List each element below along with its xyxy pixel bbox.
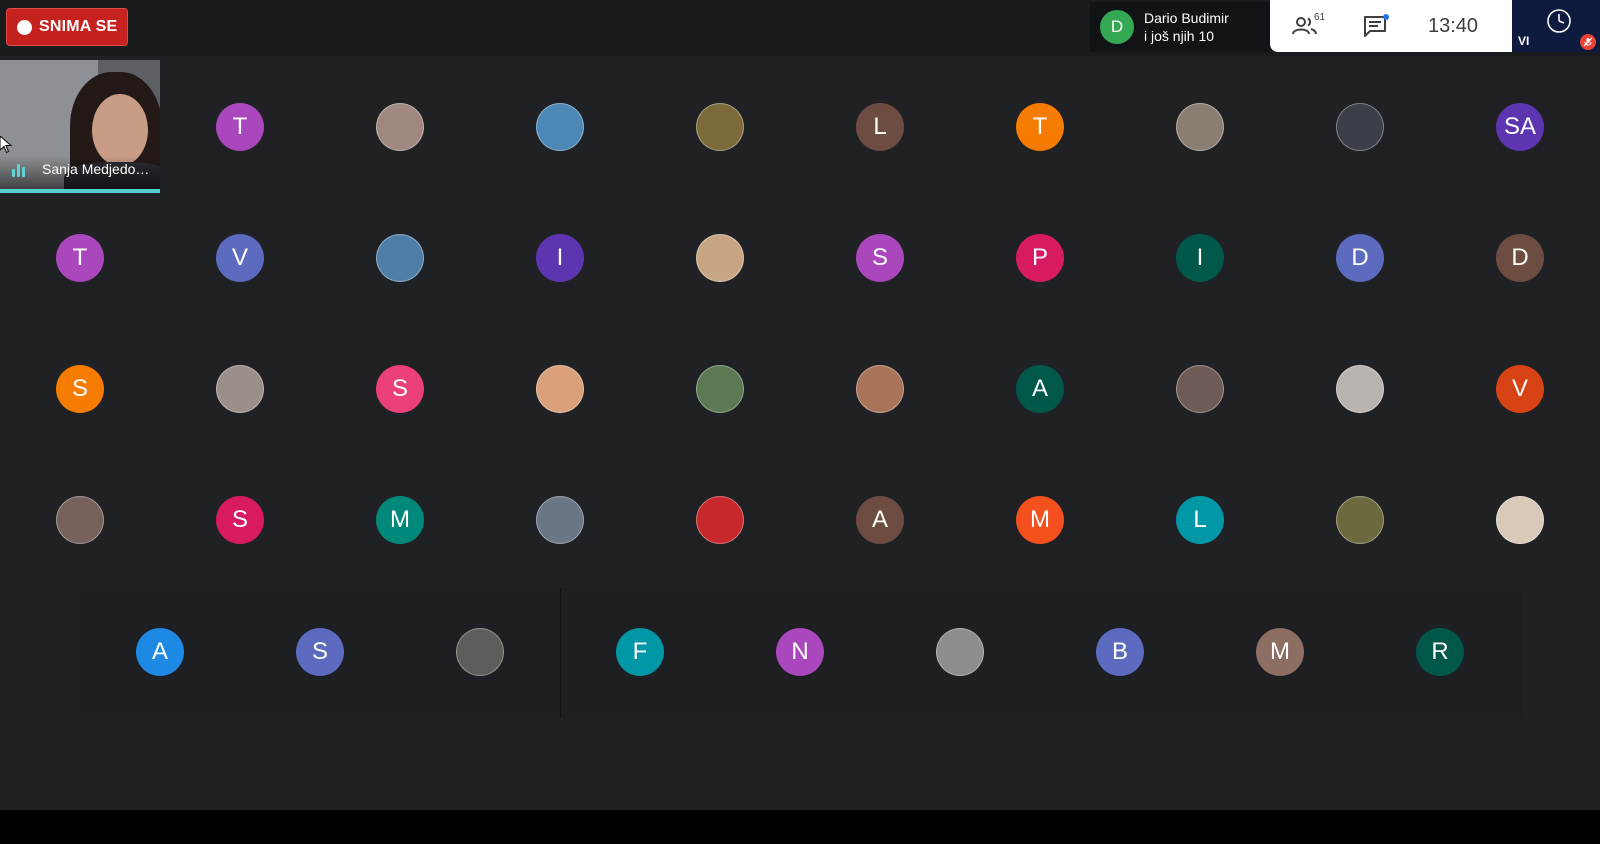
participant-photo-avatar[interactable]: [1176, 365, 1224, 413]
participant-avatar[interactable]: L: [856, 103, 904, 151]
chat-button[interactable]: [1340, 0, 1410, 52]
participant-photo-avatar[interactable]: [216, 365, 264, 413]
participant-photo-avatar[interactable]: [1496, 496, 1544, 544]
participant-avatar[interactable]: A: [136, 628, 184, 676]
presenter-avatar: D: [1100, 10, 1134, 44]
participant-avatar[interactable]: SA: [1496, 103, 1544, 151]
participant-count: 61: [1314, 12, 1326, 23]
mic-off-icon: [1580, 34, 1596, 50]
mouse-cursor-icon: [0, 136, 12, 154]
participant-avatar[interactable]: A: [856, 496, 904, 544]
participant-photo-avatar[interactable]: [376, 234, 424, 282]
recording-indicator[interactable]: SNIMA SE: [6, 8, 128, 46]
participant-avatar[interactable]: I: [536, 234, 584, 282]
participant-avatar[interactable]: A: [1016, 365, 1064, 413]
self-view-tile[interactable]: VI: [1512, 0, 1600, 52]
participant-avatar[interactable]: I: [1176, 234, 1224, 282]
participant-photo-avatar[interactable]: [1336, 496, 1384, 544]
strip-divider: [560, 588, 561, 718]
participant-photo-avatar[interactable]: [536, 496, 584, 544]
participant-avatar[interactable]: V: [216, 234, 264, 282]
clock-icon: [1547, 9, 1571, 33]
presenter-info[interactable]: D Dario Budimir i još njih 10: [1090, 2, 1270, 52]
participant-avatar[interactable]: T: [216, 103, 264, 151]
participant-photo-avatar[interactable]: [1336, 103, 1384, 151]
participant-avatar[interactable]: M: [376, 496, 424, 544]
participant-avatar[interactable]: N: [776, 628, 824, 676]
active-speaker-tile[interactable]: Sanja Medjedo…: [0, 60, 160, 193]
participant-avatar[interactable]: R: [1416, 628, 1464, 676]
presenter-others: i još njih 10: [1144, 28, 1215, 44]
top-bar: SNIMA SE D Dario Budimir i još njih 10 6…: [0, 0, 1600, 56]
participant-avatar[interactable]: S: [856, 234, 904, 282]
participant-avatar[interactable]: P: [1016, 234, 1064, 282]
participant-avatar[interactable]: T: [1016, 103, 1064, 151]
participant-photo-avatar[interactable]: [376, 103, 424, 151]
participant-photo-avatar[interactable]: [536, 365, 584, 413]
participant-photo-avatar[interactable]: [536, 103, 584, 151]
meeting-clock: 13:40: [1428, 14, 1479, 37]
chat-notification-dot: [1383, 14, 1389, 20]
participant-avatar[interactable]: B: [1096, 628, 1144, 676]
speaking-highlight: [0, 189, 160, 193]
participant-avatar[interactable]: T: [56, 234, 104, 282]
audio-level-icon: [12, 164, 25, 177]
participant-avatar[interactable]: S: [56, 365, 104, 413]
participant-photo-avatar[interactable]: [456, 628, 504, 676]
participant-photo-avatar[interactable]: [56, 496, 104, 544]
participant-avatar[interactable]: S: [216, 496, 264, 544]
people-button[interactable]: 61: [1270, 0, 1340, 52]
meeting-info-panel: 61 13:40: [1270, 0, 1512, 52]
participant-photo-avatar[interactable]: [1336, 365, 1384, 413]
participant-photo-avatar[interactable]: [696, 234, 744, 282]
participant-avatar[interactable]: D: [1496, 234, 1544, 282]
participant-avatar[interactable]: S: [296, 628, 344, 676]
participant-avatar[interactable]: V: [1496, 365, 1544, 413]
participant-avatar[interactable]: D: [1336, 234, 1384, 282]
participant-photo-avatar[interactable]: [1176, 103, 1224, 151]
speaker-name: Sanja Medjedo…: [42, 161, 150, 177]
participant-photo-avatar[interactable]: [696, 365, 744, 413]
record-dot-icon: [17, 19, 32, 35]
participant-avatar[interactable]: M: [1256, 628, 1304, 676]
participant-avatar[interactable]: M: [1016, 496, 1064, 544]
self-view-label: VI: [1518, 34, 1530, 48]
participant-avatar[interactable]: L: [1176, 496, 1224, 544]
participant-photo-avatar[interactable]: [936, 628, 984, 676]
participant-avatar[interactable]: F: [616, 628, 664, 676]
participant-photo-avatar[interactable]: [856, 365, 904, 413]
presenter-name: Dario Budimir: [1144, 10, 1229, 26]
recording-label: SNIMA SE: [39, 18, 118, 35]
participant-photo-avatar[interactable]: [696, 496, 744, 544]
bottom-bar: [0, 810, 1600, 844]
participant-avatar[interactable]: S: [376, 365, 424, 413]
participant-photo-avatar[interactable]: [696, 103, 744, 151]
